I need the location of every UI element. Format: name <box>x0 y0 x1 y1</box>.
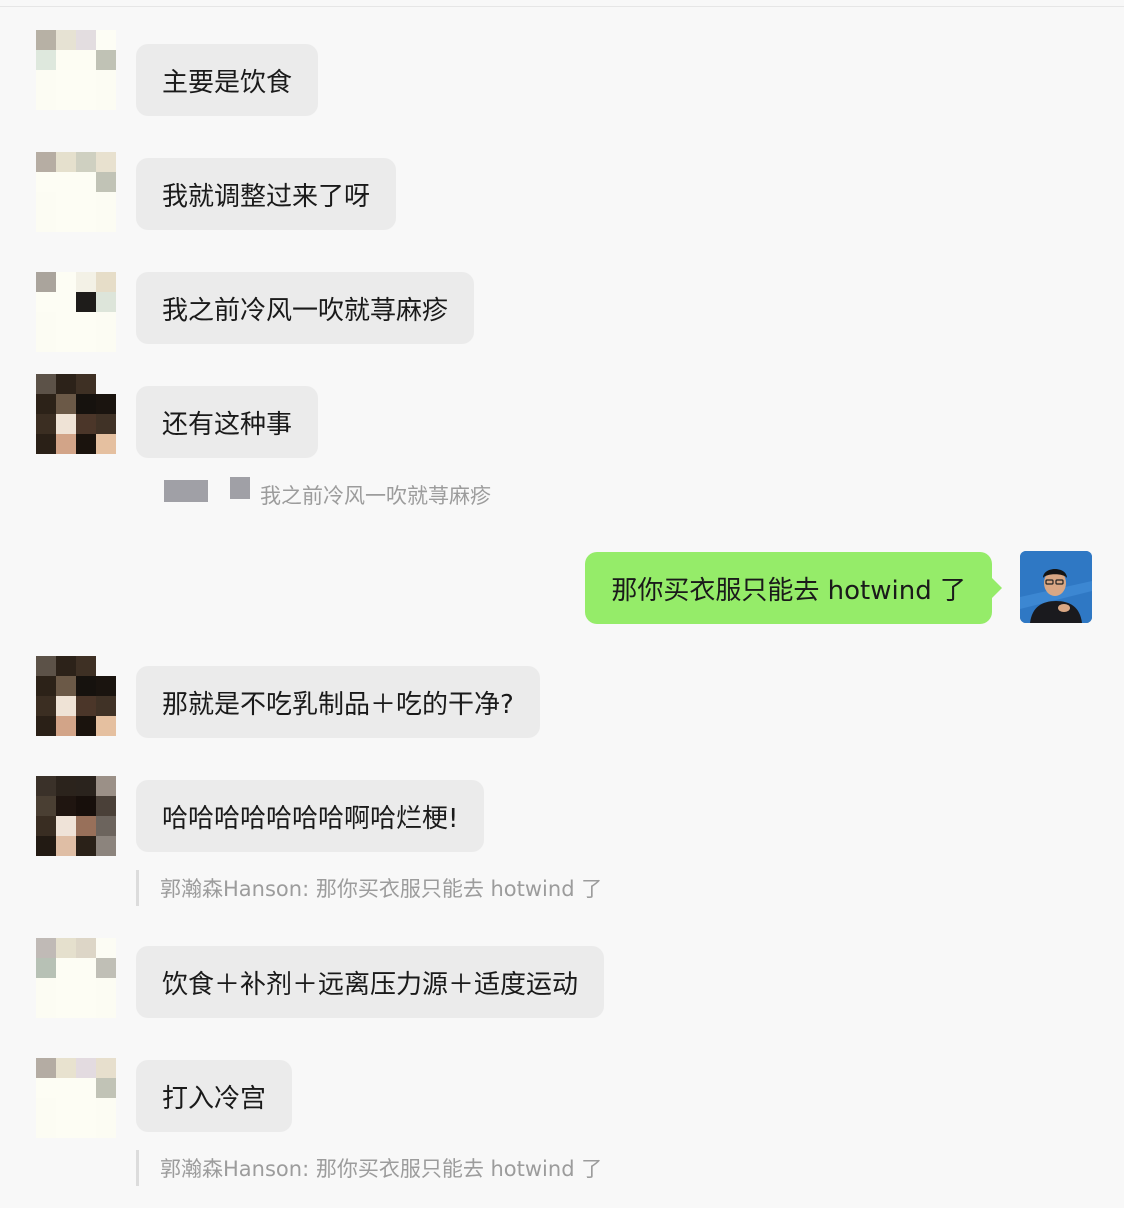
quoted-reply[interactable]: 我之前冷风一吹就荨麻疹 <box>160 476 491 508</box>
contact-avatar-icon[interactable] <box>36 30 116 110</box>
quoted-text: 我之前冷风一吹就荨麻疹 <box>260 484 491 508</box>
message-text: 那就是不吃乳制品＋吃的干净? <box>162 689 514 720</box>
message-bubble[interactable]: 我就调整过来了呀 <box>136 158 397 230</box>
quoted-reply[interactable]: 郭瀚森Hanson: 那你买衣服只能去 hotwind 了 <box>136 1150 602 1186</box>
user-photo-graphic <box>1020 551 1092 623</box>
message-text: 那你买衣服只能去 hotwind 了 <box>611 575 966 606</box>
top-divider <box>0 6 1124 7</box>
message-bubble[interactable]: 我之前冷风一吹就荨麻疹 <box>136 272 475 344</box>
redacted-name-block <box>230 477 250 499</box>
message-text: 我之前冷风一吹就荨麻疹 <box>162 295 449 326</box>
quoted-reply[interactable]: 郭瀚森Hanson: 那你买衣服只能去 hotwind 了 <box>136 870 602 906</box>
contact-avatar-icon[interactable] <box>36 1058 116 1138</box>
message-bubble[interactable]: 饮食＋补剂＋远离压力源＋适度运动 <box>136 946 605 1018</box>
message-bubble[interactable]: 打入冷宫 <box>136 1060 293 1132</box>
message-text: 哈哈哈哈哈哈哈啊哈烂梗! <box>162 803 459 834</box>
message-bubble[interactable]: 还有这种事 <box>136 386 319 458</box>
redacted-name-block <box>164 480 208 502</box>
contact-avatar-icon[interactable] <box>36 272 116 352</box>
message-bubble-outgoing[interactable]: 那你买衣服只能去 hotwind 了 <box>585 552 1002 624</box>
message-text: 还有这种事 <box>162 409 293 440</box>
message-text: 饮食＋补剂＋远离压力源＋适度运动 <box>162 969 579 1000</box>
message-text: 我就调整过来了呀 <box>162 181 371 212</box>
contact-avatar-icon[interactable] <box>36 776 116 856</box>
message-bubble[interactable]: 哈哈哈哈哈哈哈啊哈烂梗! <box>136 780 485 852</box>
contact-avatar-icon[interactable] <box>36 152 116 232</box>
quoted-text: 郭瀚森Hanson: 那你买衣服只能去 hotwind 了 <box>160 877 603 901</box>
message-bubble[interactable]: 主要是饮食 <box>136 44 319 116</box>
quoted-text: 郭瀚森Hanson: 那你买衣服只能去 hotwind 了 <box>160 1157 603 1181</box>
message-bubble[interactable]: 那就是不吃乳制品＋吃的干净? <box>136 666 540 738</box>
message-text: 主要是饮食 <box>162 67 293 98</box>
contact-avatar-icon[interactable] <box>36 938 116 1018</box>
message-text: 打入冷宫 <box>162 1083 267 1114</box>
contact-avatar-icon[interactable] <box>36 656 116 736</box>
user-photo-icon[interactable] <box>1020 551 1092 623</box>
contact-avatar-icon[interactable] <box>36 374 116 454</box>
